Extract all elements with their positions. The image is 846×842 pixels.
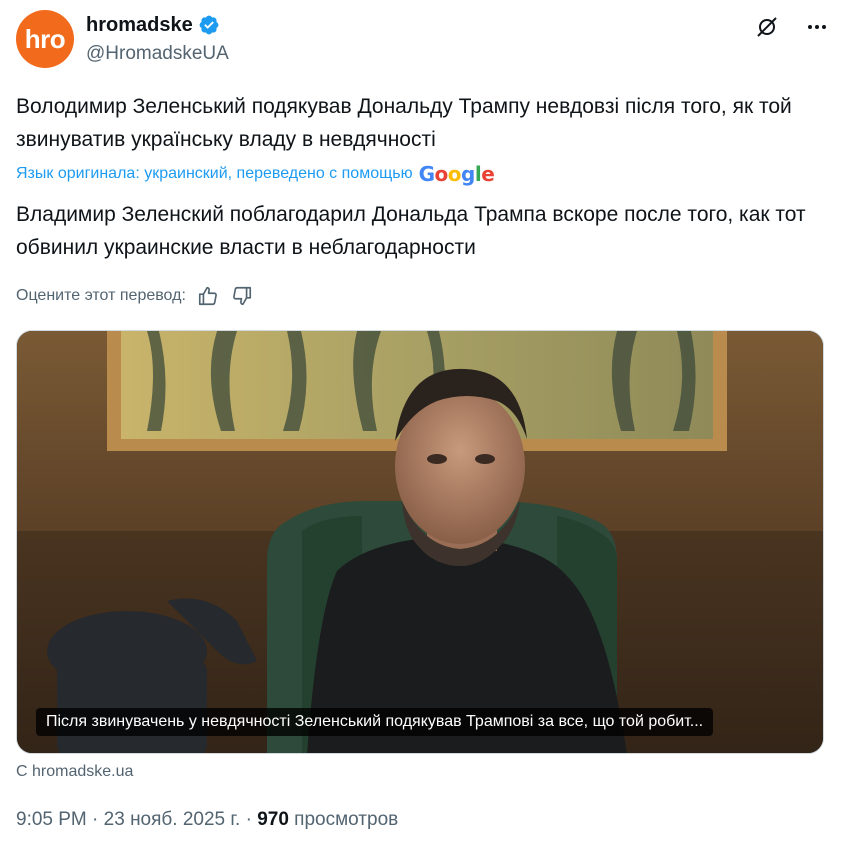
more-icon[interactable] [804, 14, 830, 40]
grok-icon[interactable] [754, 14, 780, 40]
views-label: просмотров [294, 809, 399, 830]
rate-label: Оцените этот перевод: [16, 287, 186, 304]
tweet-media-image[interactable] [16, 330, 824, 754]
tweet-header: hro hromadske @HromadskeUA [16, 10, 830, 70]
header-actions [754, 14, 830, 40]
rate-translation: Оцените этот перевод: [16, 284, 254, 308]
tweet-meta: 9:05 PM · 23 нояб. 2025 г. · 970 просмот… [16, 809, 398, 831]
views-count: 970 [257, 809, 289, 830]
translation-note-link[interactable]: Язык оригинала: украинский, переведено с… [16, 165, 413, 183]
thumbs-up-icon[interactable] [196, 284, 220, 308]
tweet-time[interactable]: 9:05 PM [16, 809, 87, 830]
google-logo: Google [418, 162, 495, 186]
media-caption: Після звинувачень у невдячності Зеленськ… [36, 708, 714, 736]
tweet-original-text: Володимир Зеленський подякував Дональду … [16, 95, 792, 151]
tweet-translated-text: Владимир Зеленский поблагодарил Дональда… [16, 203, 806, 259]
media-source-link[interactable]: С hromadske.ua [16, 763, 133, 781]
handle[interactable]: @HromadskeUA [86, 43, 229, 65]
media-photo [17, 331, 823, 753]
display-name-row: hromadske [86, 12, 229, 38]
avatar[interactable]: hro [16, 10, 74, 68]
verified-badge-icon[interactable] [198, 14, 220, 36]
account-names: hromadske @HromadskeUA [86, 12, 229, 65]
avatar-text: hro [24, 23, 66, 54]
thumbs-down-icon[interactable] [230, 284, 254, 308]
meta-separator: · [92, 809, 99, 830]
display-name[interactable]: hromadske [86, 14, 193, 37]
translation-note: Язык оригинала: украинский, переведено с… [16, 162, 495, 186]
meta-separator: · [245, 809, 252, 830]
tweet-date[interactable]: 23 нояб. 2025 г. [104, 809, 241, 830]
